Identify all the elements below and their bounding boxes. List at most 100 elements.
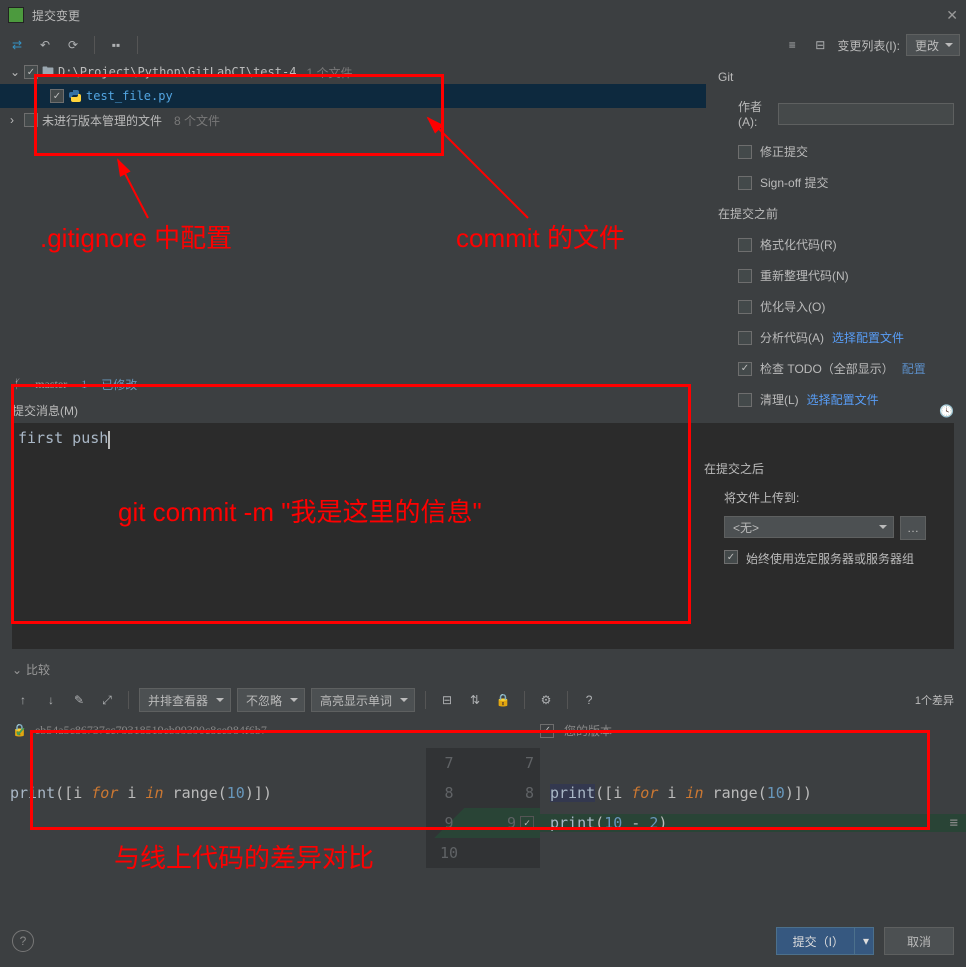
diff-icon[interactable]: ⇄ (6, 34, 28, 56)
diff-count: 1个差异 (915, 692, 954, 708)
file-name: test_file.py (86, 89, 173, 103)
viewer-mode-dropdown[interactable]: 并排查看器 (139, 688, 231, 712)
left-gutter: 7 (426, 748, 472, 778)
chevron-right-icon[interactable]: › (10, 113, 20, 127)
line-checkbox[interactable] (520, 816, 534, 830)
changelist-dropdown[interactable]: 更改 (906, 34, 960, 56)
diff-toolbar: ↑ ↓ ✎ ⤢ 并排查看器 不忽略 高亮显示单词 ⊟ ⇅ 🔒 ⚙ ? 1个差异 (0, 682, 966, 718)
commit-hash: eb54a5c86737cc79318519eb99390c8ce984f6b7 (35, 723, 267, 738)
close-icon[interactable]: ✕ (946, 7, 958, 24)
always-use-server-checkbox[interactable] (724, 550, 738, 564)
next-diff-icon[interactable]: ↓ (40, 689, 62, 711)
root-path: D:\Project\Python\GitLabCI\test-4 (58, 65, 296, 79)
cleanup-profile-link[interactable]: 选择配置文件 (807, 391, 879, 408)
tree-file-row[interactable]: test_file.py (0, 84, 706, 108)
unversioned-checkbox[interactable] (24, 113, 38, 127)
text-caret (108, 431, 110, 449)
gear-icon[interactable]: ⚙ (535, 689, 557, 711)
right-code-cell: print([i for i in range(10)]) (540, 784, 966, 802)
separator (128, 691, 129, 709)
tree-unversioned-row[interactable]: › 未进行版本管理的文件 8 个文件 (0, 108, 706, 132)
commit-button[interactable]: 提交（I） ▾ (776, 927, 874, 955)
after-commit-title: 在提交之后 (704, 460, 954, 477)
collapse-all-icon[interactable]: ⊟ (809, 34, 831, 56)
help-button[interactable]: ? (12, 930, 34, 952)
signoff-checkbox[interactable] (738, 176, 752, 190)
git-title: Git (718, 70, 954, 84)
optimize-checkbox[interactable] (738, 300, 752, 314)
format-label: 格式化代码(R) (760, 236, 837, 253)
todo-configure-link[interactable]: 配置 (902, 360, 926, 377)
branch-name: master (35, 377, 67, 392)
upload-more-button[interactable]: … (900, 516, 926, 540)
prev-diff-icon[interactable]: ↑ (12, 689, 34, 711)
signoff-label: Sign-off 提交 (760, 174, 828, 191)
analyze-label: 分析代码(A) (760, 329, 824, 346)
optimize-label: 优化导入(O) (760, 298, 825, 315)
file-tree[interactable]: ⌄ 🖿 D:\Project\Python\GitLabCI\test-4 1 … (0, 60, 706, 370)
rearrange-label: 重新整理代码(N) (760, 267, 849, 284)
amend-checkbox[interactable] (738, 145, 752, 159)
right-gutter: 7 (472, 748, 540, 778)
root-checkbox[interactable] (24, 65, 38, 79)
diff-handle-icon[interactable]: ≡ (950, 815, 958, 831)
right-gutter (472, 838, 540, 868)
right-panel: Git 作者(A): 修正提交 Sign-off 提交 在提交之前 格式化代码(… (706, 60, 966, 370)
always-use-server-label: 始终使用选定服务器或服务器组 (746, 550, 914, 567)
rearrange-checkbox[interactable] (738, 269, 752, 283)
tree-root-row[interactable]: ⌄ 🖿 D:\Project\Python\GitLabCI\test-4 1 … (0, 60, 706, 84)
diff-column-header: 🔒 eb54a5c86737cc79318519eb99390c8ce984f6… (0, 718, 966, 742)
modified-count: 1 (81, 377, 87, 392)
file-checkbox[interactable] (50, 89, 64, 103)
right-gutter: 9 (472, 808, 540, 838)
author-label: 作者(A): (738, 98, 772, 129)
group-icon[interactable]: ▪▪ (105, 34, 127, 56)
expand-all-icon[interactable]: ≡ (781, 34, 803, 56)
upload-value: <无> (733, 519, 759, 536)
lock-icon[interactable]: 🔒 (492, 689, 514, 711)
ignore-dropdown[interactable]: 不忽略 (237, 688, 305, 712)
left-gutter: 10 (426, 838, 472, 868)
refresh-icon[interactable]: ⟳ (62, 34, 84, 56)
right-code-cell: print(10 - 2) (540, 814, 966, 832)
chevron-down-icon[interactable]: ⌄ (12, 663, 22, 677)
collapse-unchanged-icon[interactable]: ⊟ (436, 689, 458, 711)
todo-label: 检查 TODO（全部显示） (760, 360, 894, 377)
folder-icon: 🖿 (42, 62, 54, 83)
commit-message-text[interactable]: first push (18, 429, 108, 447)
undo-icon[interactable]: ↶ (34, 34, 56, 56)
changelist-label: 变更列表(I): (837, 37, 900, 54)
titlebar: 提交变更 ✕ (0, 0, 966, 30)
edit-icon[interactable]: ✎ (68, 689, 90, 711)
modified-label: 已修改 (101, 376, 137, 393)
cleanup-checkbox[interactable] (738, 393, 752, 407)
expand-icon[interactable]: ⤢ (96, 689, 118, 711)
todo-checkbox[interactable] (738, 362, 752, 376)
cancel-button[interactable]: 取消 (884, 927, 954, 955)
window-title: 提交变更 (32, 7, 80, 24)
sync-scroll-icon[interactable]: ⇅ (464, 689, 486, 711)
format-checkbox[interactable] (738, 238, 752, 252)
author-input[interactable] (778, 103, 954, 125)
your-version-checkbox[interactable] (540, 724, 554, 738)
highlight-dropdown[interactable]: 高亮显示单词 (311, 688, 415, 712)
chevron-down-icon[interactable]: ⌄ (10, 65, 20, 79)
history-icon[interactable]: 🕓 (939, 404, 954, 418)
chevron-down-icon[interactable]: ▾ (854, 928, 869, 954)
analyze-checkbox[interactable] (738, 331, 752, 345)
branch-icon: ᚶ (14, 377, 21, 392)
help-icon[interactable]: ? (578, 689, 600, 711)
separator (567, 691, 568, 709)
analyze-profile-link[interactable]: 选择配置文件 (832, 329, 904, 346)
left-gutter: 9 (426, 808, 472, 838)
upload-server-dropdown[interactable]: <无> (724, 516, 894, 538)
commit-button-label: 提交（I） (793, 933, 844, 950)
left-gutter: 8 (426, 778, 472, 808)
separator (425, 691, 426, 709)
unversioned-count: 8 个文件 (174, 112, 220, 129)
cleanup-label: 清理(L) (760, 391, 799, 408)
amend-label: 修正提交 (760, 143, 808, 160)
your-version-label: 您的版本 (564, 722, 612, 739)
bottom-bar: ? 提交（I） ▾ 取消 (12, 927, 954, 955)
left-code-cell: print([i for i in range(10)]) (0, 784, 426, 802)
